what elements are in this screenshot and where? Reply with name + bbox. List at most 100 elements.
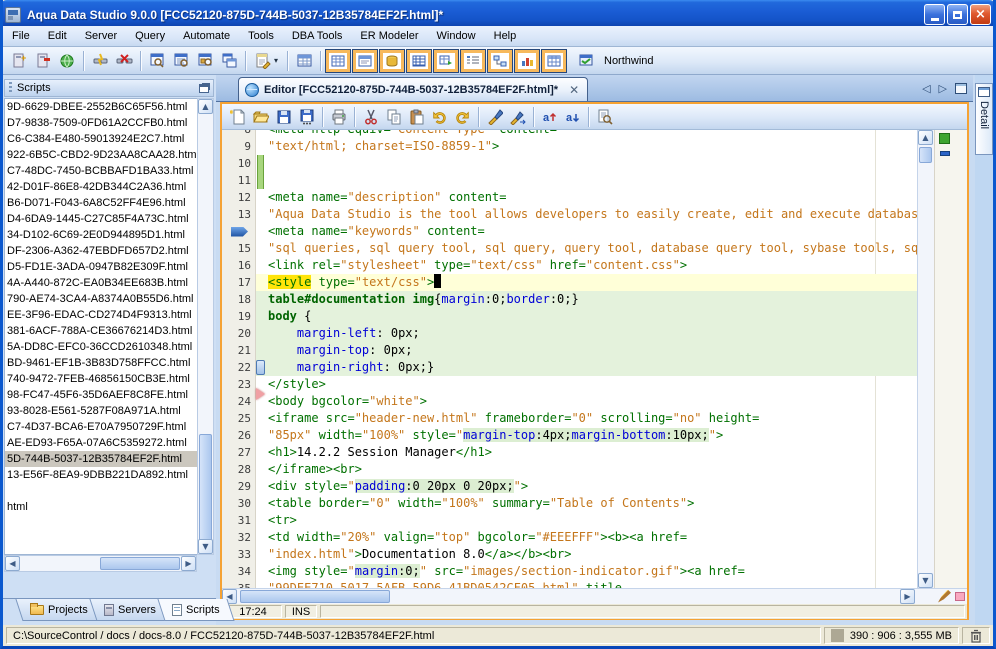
open-file-button[interactable] bbox=[249, 106, 272, 128]
script-file-item[interactable] bbox=[5, 515, 197, 531]
code-line-8[interactable]: 8<meta http-equiv="Content-Type" content… bbox=[222, 130, 967, 138]
script-file-item[interactable]: BD-9461-EF1B-3B83D758FFCC.html bbox=[5, 355, 197, 371]
code-line-25[interactable]: 25<iframe src="header-new.html" framebor… bbox=[222, 410, 967, 427]
script-file-item[interactable]: 740-9472-7FEB-46856150CB3E.html bbox=[5, 371, 197, 387]
script-file-item[interactable]: 42-D01F-86E8-42DB344C2A36.html bbox=[5, 179, 197, 195]
print-button[interactable] bbox=[327, 106, 350, 128]
grid-view-toggle[interactable] bbox=[541, 49, 567, 73]
scroll-right-icon[interactable]: ▶ bbox=[181, 556, 196, 571]
file-list-hscrollbar[interactable]: ◀ ▶ bbox=[4, 555, 197, 572]
script-file-item[interactable]: 98-FC47-45F6-35D6AEF8C8FE.html bbox=[5, 387, 197, 403]
script-file-item[interactable]: 93-8028-E561-5287F08A971A.html bbox=[5, 403, 197, 419]
redo-button[interactable] bbox=[451, 106, 474, 128]
cut-button[interactable] bbox=[359, 106, 382, 128]
tab-close-icon[interactable]: ✕ bbox=[569, 83, 579, 97]
code-line-15[interactable]: 15"sql queries, sql query tool, sql quer… bbox=[222, 240, 967, 257]
to-uppercase-button[interactable]: a bbox=[538, 106, 561, 128]
script-file-item[interactable]: 5A-DD8C-EFC0-36CCD2610348.html bbox=[5, 339, 197, 355]
script-file-item[interactable]: 4A-A440-872C-EA0B34EE683B.html bbox=[5, 275, 197, 291]
disconnect-server-button[interactable] bbox=[112, 49, 136, 73]
automation-button[interactable] bbox=[250, 49, 274, 73]
table-editor-button[interactable] bbox=[292, 49, 316, 73]
query-analyzer-button[interactable] bbox=[145, 49, 169, 73]
menu-er-modeler[interactable]: ER Modeler bbox=[351, 27, 427, 45]
chart-view-toggle[interactable] bbox=[514, 49, 540, 73]
file-list-hscroll-thumb[interactable] bbox=[100, 557, 180, 570]
script-file-item[interactable]: 790-AE74-3CA4-A8374A0B55D6.html bbox=[5, 291, 197, 307]
code-line-32[interactable]: 32<td width="20%" valign="top" bgcolor="… bbox=[222, 529, 967, 546]
register-server-button[interactable]: + bbox=[7, 49, 31, 73]
scroll-down-icon[interactable]: ▼ bbox=[198, 539, 213, 554]
code-line-31[interactable]: 31<tr> bbox=[222, 512, 967, 529]
copy-button[interactable] bbox=[382, 106, 405, 128]
editor-tab[interactable]: Editor [FCC52120-875D-744B-5037-12B35784… bbox=[238, 77, 588, 101]
file-list-vscrollbar[interactable]: ▲ ▼ bbox=[197, 98, 214, 555]
code-line-29[interactable]: 29<div style="padding:0 20px 0 20px;"> bbox=[222, 478, 967, 495]
paste-button[interactable] bbox=[405, 106, 428, 128]
connection-button[interactable] bbox=[574, 49, 598, 73]
menu-edit[interactable]: Edit bbox=[39, 27, 76, 45]
script-file-item[interactable]: 5D-744B-5037-12B35784EF2F.html bbox=[5, 451, 197, 467]
menu-query[interactable]: Query bbox=[126, 27, 174, 45]
scroll-left-icon[interactable]: ◀ bbox=[5, 556, 20, 571]
save-button[interactable] bbox=[272, 106, 295, 128]
script-file-item[interactable]: 9D-6629-DBEE-2552B6C65F56.html bbox=[5, 99, 197, 115]
script-file-item[interactable]: D5-FD1E-3ADA-0947B82E309F.html bbox=[5, 259, 197, 275]
text-view-toggle[interactable] bbox=[460, 49, 486, 73]
code-line-27[interactable]: 27<h1>14.2.2 Session Manager</h1> bbox=[222, 444, 967, 461]
scroll-down-icon[interactable]: ▼ bbox=[918, 573, 933, 588]
bookmark-marker[interactable] bbox=[940, 151, 950, 156]
code-line-9[interactable]: 9"text/html; charset=ISO-8859-1"> bbox=[222, 138, 967, 155]
table-grid-toggle[interactable] bbox=[406, 49, 432, 73]
code-line-28[interactable]: 28</iframe><br> bbox=[222, 461, 967, 478]
code-line-35[interactable]: 35"99DEE710-5017-5AFB-59D6-41BD0542CF05.… bbox=[222, 580, 967, 588]
script-file-item[interactable]: C7-4D37-BCA6-E70A7950729F.html bbox=[5, 419, 197, 435]
script-file-item[interactable] bbox=[5, 547, 197, 555]
code-line-19[interactable]: 19body { bbox=[222, 308, 967, 325]
grid-results-toggle[interactable] bbox=[325, 49, 351, 73]
code-line-21[interactable]: 21 margin-top: 0px; bbox=[222, 342, 967, 359]
close-button[interactable]: × bbox=[970, 4, 991, 25]
unregister-server-button[interactable] bbox=[31, 49, 55, 73]
maximize-button[interactable] bbox=[947, 4, 968, 25]
menu-help[interactable]: Help bbox=[485, 27, 526, 45]
server-properties-button[interactable] bbox=[55, 49, 79, 73]
format-options-button[interactable] bbox=[506, 106, 529, 128]
menu-automate[interactable]: Automate bbox=[174, 27, 239, 45]
format-sql-button[interactable] bbox=[483, 106, 506, 128]
sync-grid-toggle[interactable] bbox=[433, 49, 459, 73]
code-line-17[interactable]: 17<style type="text/css"> bbox=[222, 274, 967, 291]
undo-button[interactable] bbox=[428, 106, 451, 128]
script-file-item[interactable]: html bbox=[5, 499, 197, 515]
script-file-item[interactable]: C6-C384-E480-59013924E2C7.html bbox=[5, 131, 197, 147]
relationships-toggle[interactable] bbox=[487, 49, 513, 73]
tab-scroll-right-icon[interactable]: ▷ bbox=[939, 82, 947, 95]
script-file-item[interactable]: B6-D071-F043-6A8C52FF4E96.html bbox=[5, 195, 197, 211]
code-line-13[interactable]: 13"Aqua Data Studio is the tool allows d… bbox=[222, 206, 967, 223]
scroll-up-icon[interactable]: ▲ bbox=[918, 130, 933, 145]
menu-dba-tools[interactable]: DBA Tools bbox=[283, 27, 352, 45]
editor-vscrollbar[interactable]: ▲ ▼ bbox=[917, 130, 934, 588]
tab-list-icon[interactable] bbox=[955, 83, 967, 94]
query-window-button[interactable] bbox=[169, 49, 193, 73]
code-line-34[interactable]: 34<img style="margin:0;" src="images/sec… bbox=[222, 563, 967, 580]
title-bar[interactable]: Aqua Data Studio 9.0.0 [FCC52120-875D-74… bbox=[0, 0, 996, 29]
script-file-item[interactable] bbox=[5, 483, 197, 499]
minimize-button[interactable] bbox=[924, 4, 945, 25]
menu-window[interactable]: Window bbox=[428, 27, 485, 45]
form-view-toggle[interactable] bbox=[352, 49, 378, 73]
script-file-item[interactable] bbox=[5, 531, 197, 547]
script-file-item[interactable]: 13-E56F-8EA9-9DBB221DA892.html bbox=[5, 467, 197, 483]
code-line-11[interactable]: 11 bbox=[222, 172, 967, 189]
code-line-33[interactable]: 33"index.html">Documentation 8.0</a></b>… bbox=[222, 546, 967, 563]
script-file-item[interactable]: 381-6ACF-788A-CE36676214D3.html bbox=[5, 323, 197, 339]
automation-dropdown-caret[interactable]: ▾ bbox=[274, 56, 283, 65]
menu-tools[interactable]: Tools bbox=[239, 27, 283, 45]
code-line-14[interactable]: <meta name="keywords" content= bbox=[222, 223, 967, 240]
code-line-24[interactable]: 24<body bgcolor="white"> bbox=[222, 393, 967, 410]
scroll-up-icon[interactable]: ▲ bbox=[198, 99, 213, 114]
editor-hscrollbar[interactable]: ◀ ▶ bbox=[222, 588, 967, 604]
menu-server[interactable]: Server bbox=[76, 27, 126, 45]
file-list-vscroll-thumb[interactable] bbox=[199, 434, 212, 544]
script-file-item[interactable]: 922-6B5C-CBD2-9D23AA8CAA28.html bbox=[5, 147, 197, 163]
